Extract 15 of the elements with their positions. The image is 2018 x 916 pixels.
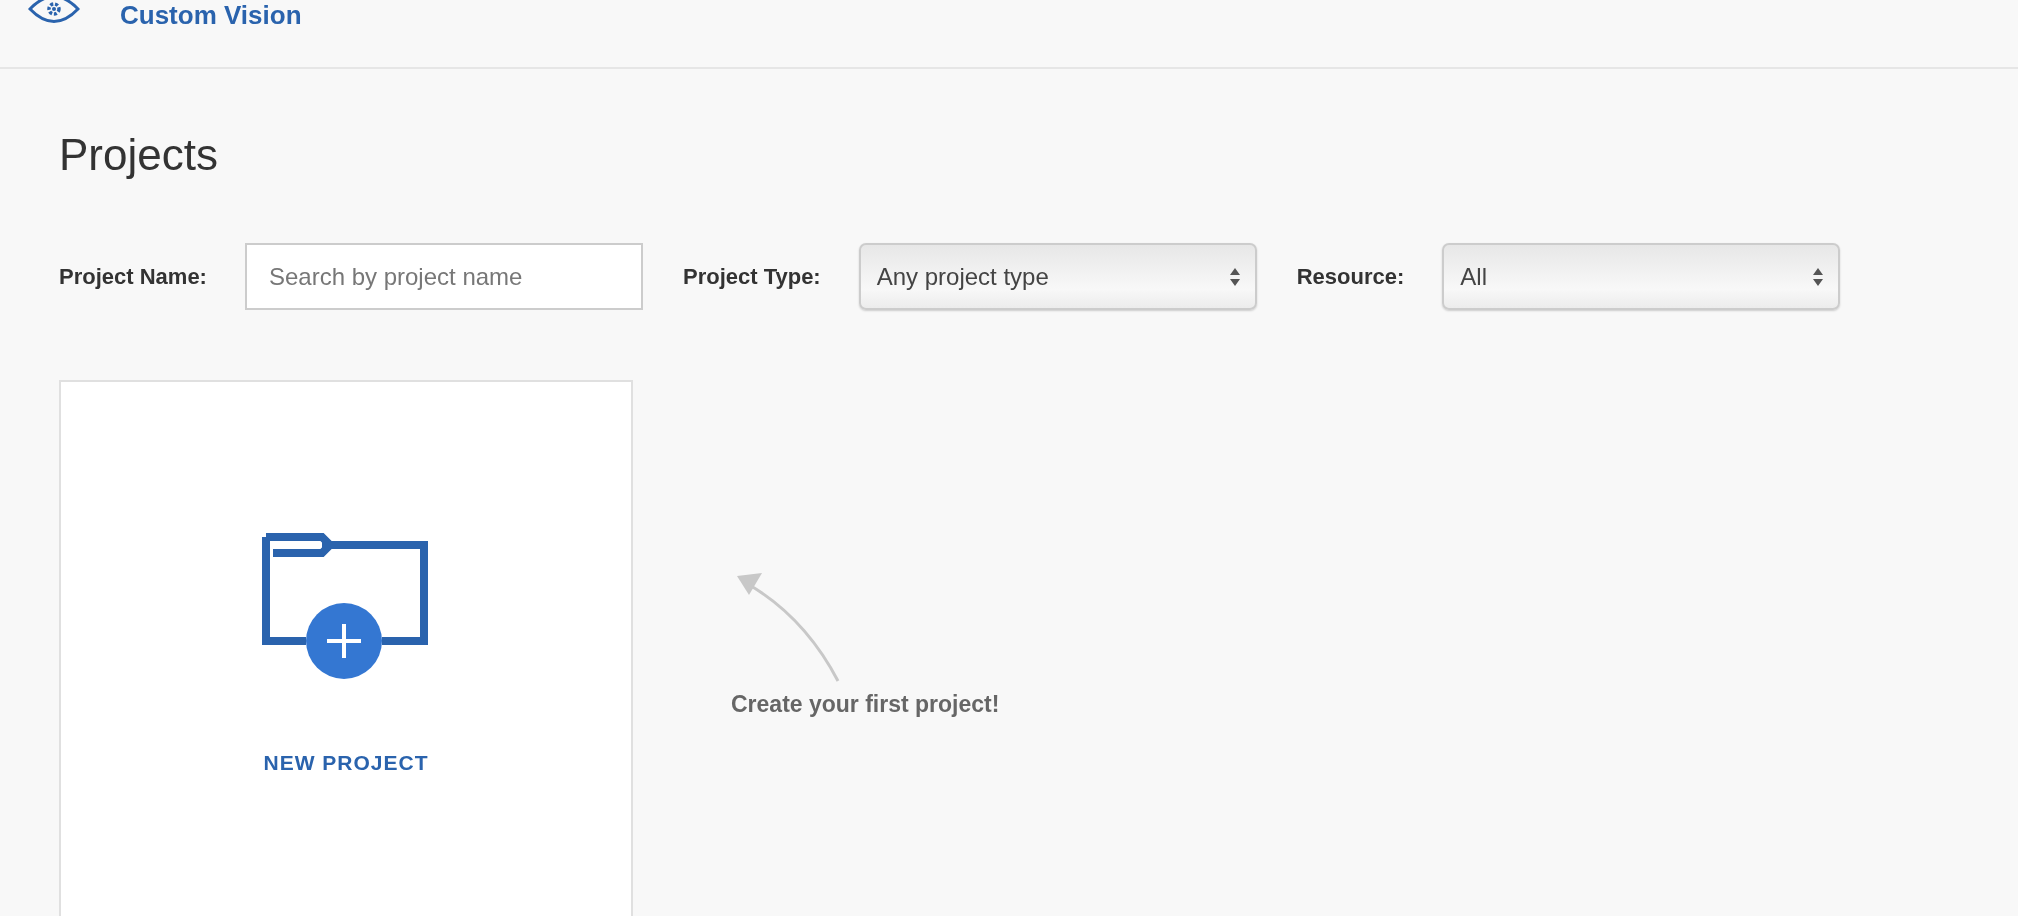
up-down-arrows-icon [1228, 266, 1241, 287]
page-title: Projects [59, 129, 218, 181]
app-name-link[interactable]: Custom Vision [120, 0, 302, 30]
new-project-card[interactable]: NEW PROJECT [59, 380, 633, 916]
filter-label: Resource: [1296, 263, 1405, 290]
filter-label: Project Name: [59, 263, 207, 290]
up-down-arrows-icon [1812, 266, 1825, 287]
eye-gear-icon[interactable] [28, 0, 80, 24]
folder-plus-icon [262, 533, 428, 679]
hint-text: Create your first project! [731, 691, 1000, 718]
new-project-label: NEW PROJECT [263, 751, 429, 775]
filter-label: Project Type: [682, 263, 821, 290]
dropdown[interactable]: Any project type [858, 243, 1257, 310]
dropdown[interactable]: All [1442, 243, 1841, 310]
search-field[interactable]: Search by project name [244, 243, 643, 310]
